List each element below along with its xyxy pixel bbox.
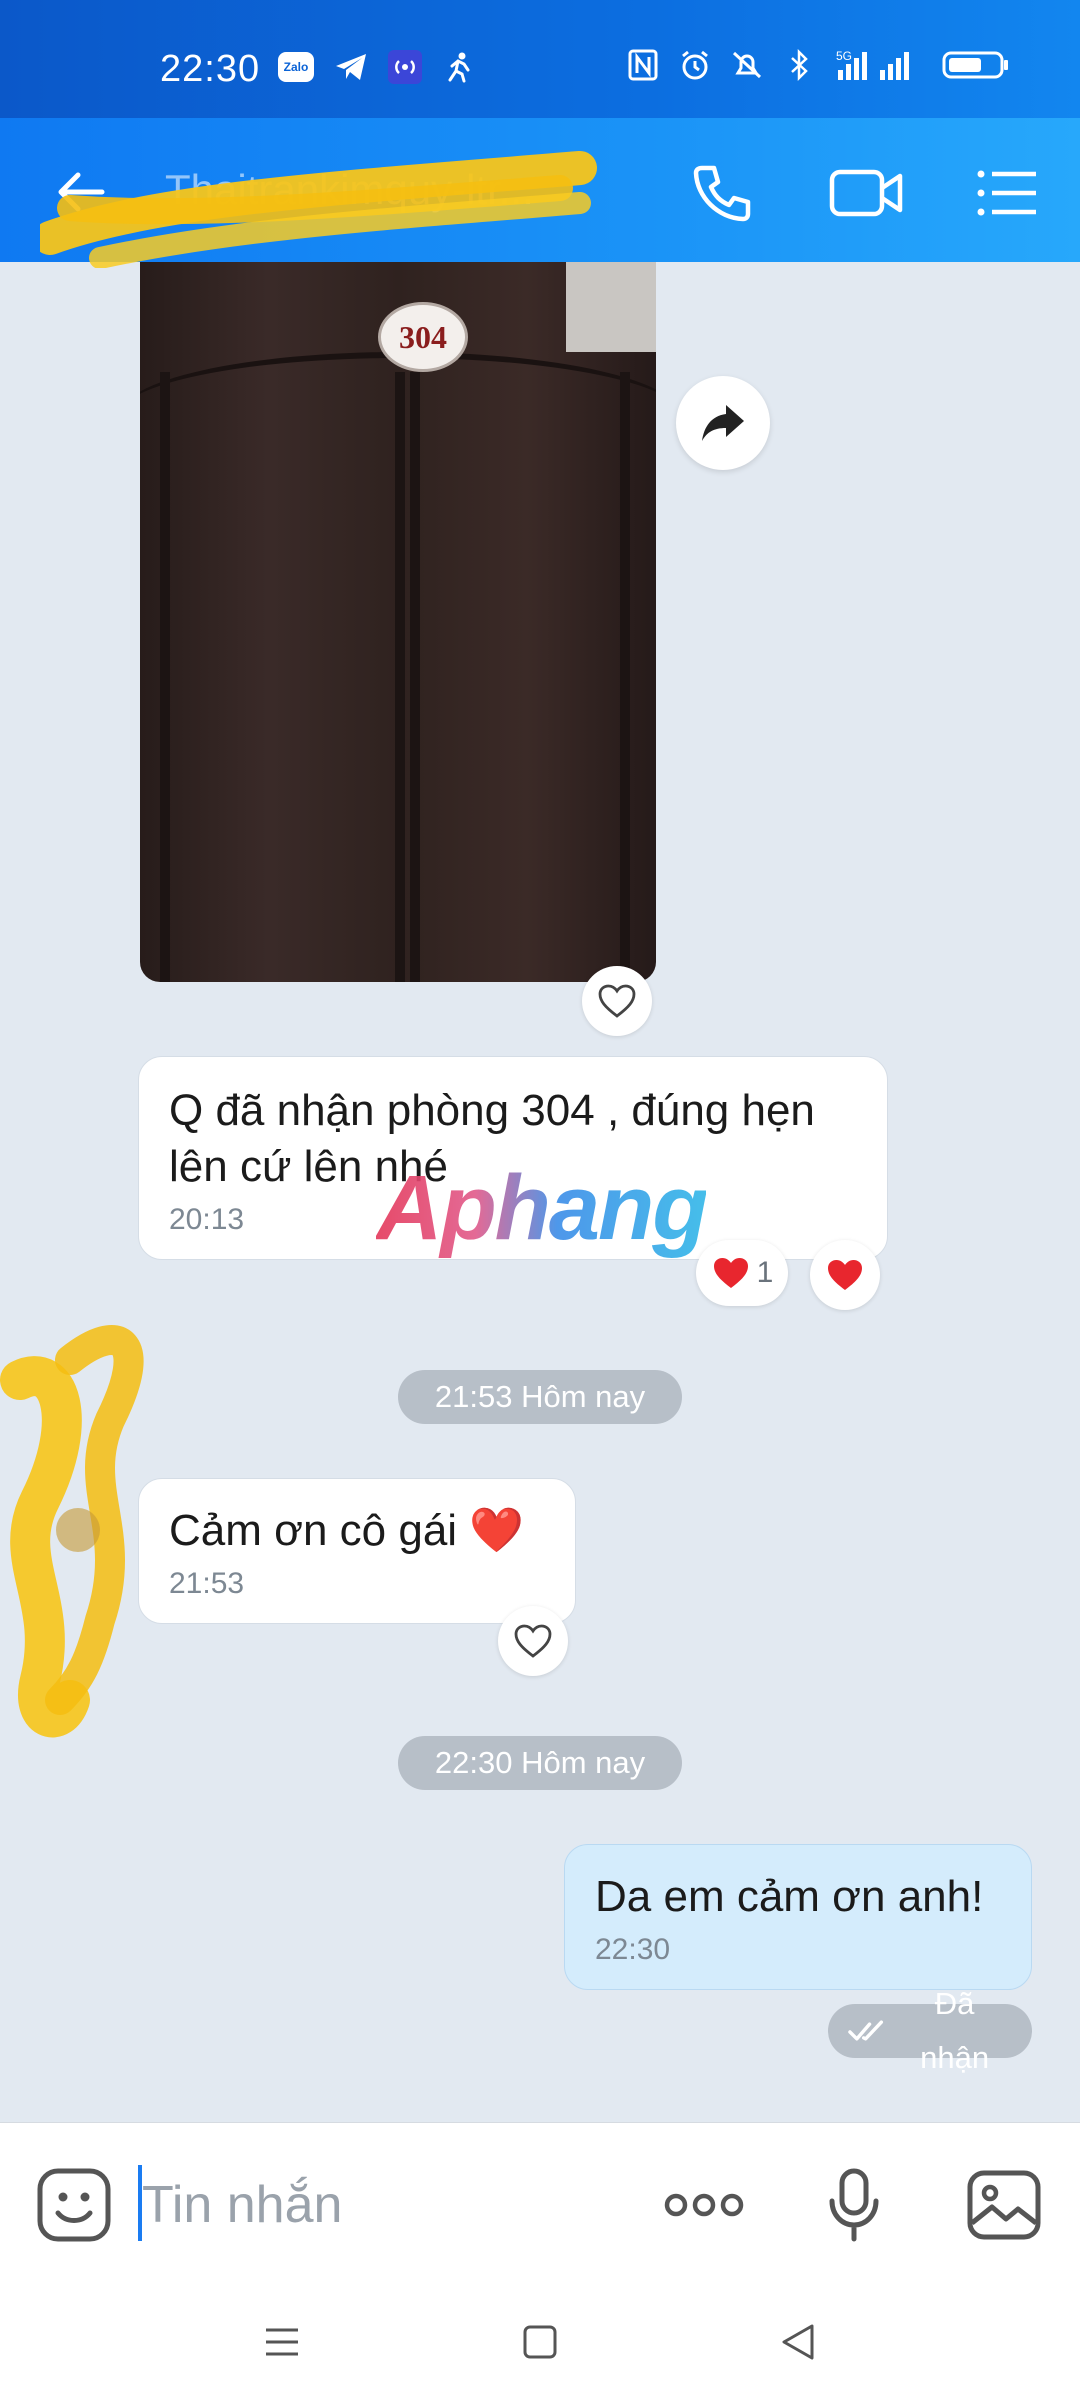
network-type-label: 5G (836, 49, 852, 63)
message-text: Cảm ơn cô gái ❤️ (169, 1506, 525, 1555)
bluetooth-icon (782, 48, 816, 82)
status-bar: 22:30 Zalo 5G (0, 0, 1080, 118)
zalo-icon: Zalo (278, 52, 314, 82)
emoji-icon[interactable] (32, 2163, 116, 2247)
message-time: 21:53 (169, 1567, 245, 1600)
battery-icon (942, 48, 1010, 82)
reaction-count-badge[interactable]: 1 (696, 1240, 788, 1306)
delivery-status-text: Đã nhận (920, 1986, 990, 2075)
video-call-icon[interactable] (826, 158, 906, 228)
forward-arrow-icon (702, 405, 744, 441)
recent-apps-icon[interactable] (252, 2312, 312, 2372)
reaction-count: 1 (756, 1256, 774, 1289)
contact-name[interactable]: Thaitrankimquy-ltr... (165, 166, 534, 214)
heart-filled-icon (713, 1258, 748, 1288)
signal-icon: 5G (834, 48, 924, 82)
double-check-icon (848, 2020, 884, 2041)
message-time: 22:30 (595, 1933, 671, 1966)
system-nav-bar (0, 2282, 1080, 2400)
nfc-icon (626, 48, 660, 82)
running-icon (442, 50, 476, 84)
room-number-plate: 304 (378, 302, 468, 372)
heart-filled-icon (828, 1260, 862, 1290)
phone-icon[interactable] (686, 158, 756, 228)
message-input[interactable]: Tin nhắn (142, 2175, 342, 2235)
alarm-icon (678, 48, 712, 82)
mute-icon (730, 48, 764, 82)
telegram-icon (334, 50, 368, 84)
forward-button[interactable] (676, 376, 770, 470)
home-icon[interactable] (510, 2312, 570, 2372)
hotspot-icon (388, 50, 422, 84)
outgoing-message-bubble[interactable]: Da em cảm ơn anh! 22:30 (564, 1844, 1032, 1990)
watermark-logo: Aphang (376, 1157, 708, 1259)
menu-list-icon[interactable] (972, 158, 1042, 228)
image-icon[interactable] (962, 2163, 1046, 2247)
delivery-status-badge: Đã nhận (828, 1986, 1032, 2075)
more-dots-icon[interactable] (662, 2163, 746, 2247)
heart-outline-icon (598, 984, 636, 1018)
chat-header: Thaitrankimquy-ltr... (0, 118, 1080, 268)
heart-reaction-button[interactable] (810, 1240, 880, 1310)
status-time: 22:30 (160, 48, 261, 90)
incoming-message-bubble[interactable]: Cảm ơn cô gái ❤️ 21:53 (138, 1478, 576, 1624)
message-text: Da em cảm ơn anh! (595, 1872, 984, 1921)
photo-message[interactable]: 304 (140, 262, 656, 982)
heart-outline-icon (514, 1624, 552, 1658)
back-arrow-icon[interactable] (52, 162, 112, 222)
back-icon[interactable] (768, 2312, 828, 2372)
message-input-bar: Tin nhắn (0, 2122, 1080, 2283)
time-divider: 21:53 Hôm nay (398, 1370, 682, 1424)
microphone-icon[interactable] (812, 2163, 896, 2247)
like-reaction-button[interactable] (498, 1606, 568, 1676)
time-divider: 22:30 Hôm nay (398, 1736, 682, 1790)
like-reaction-button[interactable] (582, 966, 652, 1036)
